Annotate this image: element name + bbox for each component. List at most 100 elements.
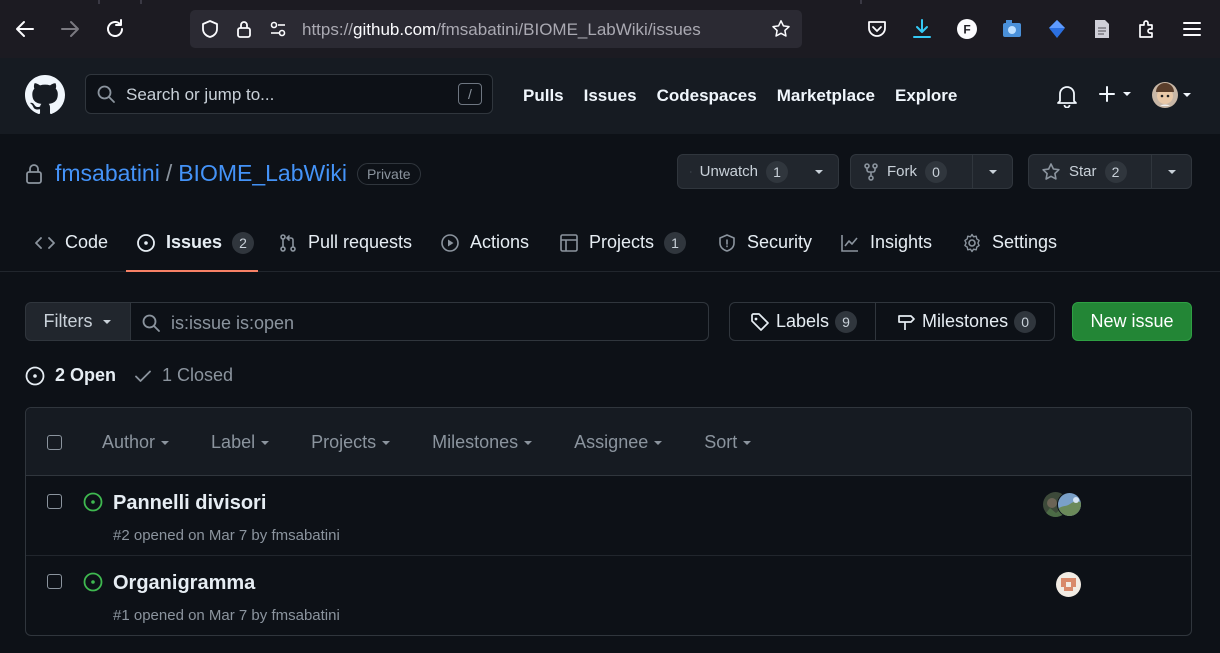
user-menu-button[interactable]: [1152, 82, 1194, 108]
nav-issues[interactable]: Issues: [584, 86, 637, 106]
github-logo-icon[interactable]: [25, 75, 65, 115]
milestones-count: 0: [1014, 310, 1037, 333]
puzzle-extensions-icon[interactable]: [1135, 17, 1159, 41]
tab-actions-label: Actions: [470, 232, 530, 252]
media-extension-icon[interactable]: [1000, 17, 1024, 41]
extension-gem-icon[interactable]: [1045, 17, 1069, 41]
issue-opened-icon: [83, 492, 103, 512]
star-button[interactable]: Star 2: [1029, 155, 1151, 188]
select-all-checkbox[interactable]: [47, 435, 62, 450]
tab-projects-label: Projects: [589, 232, 655, 252]
star-dropdown[interactable]: [1151, 155, 1191, 188]
fork-button[interactable]: Fork 0: [851, 155, 972, 188]
tab-settings[interactable]: Settings: [962, 214, 1057, 271]
tab-security[interactable]: Security: [717, 214, 812, 271]
assignee-avatar[interactable]: [1056, 572, 1081, 597]
assignee-avatar[interactable]: [1057, 492, 1082, 517]
visibility-badge: Private: [356, 162, 421, 185]
search-placeholder: Search or jump to...: [126, 85, 275, 104]
caret-down-icon: [261, 440, 270, 445]
author-filter-label: Author: [102, 432, 156, 452]
caret-down-icon: [1167, 169, 1176, 174]
tab-pull-requests[interactable]: Pull requests: [278, 214, 412, 271]
nav-codespaces[interactable]: Codespaces: [657, 86, 757, 106]
star-label: Star: [1069, 163, 1097, 180]
watch-button-group: Unwatch 1: [677, 154, 839, 189]
tab-code[interactable]: Code: [35, 214, 108, 271]
unwatch-label: Unwatch: [699, 163, 758, 180]
watch-dropdown[interactable]: [800, 155, 838, 188]
code-icon: [35, 236, 55, 249]
caret-down-icon: [524, 440, 533, 445]
address-bar[interactable]: https://github.com/fmsabatini/BIOME_LabW…: [190, 10, 802, 48]
tab-issues-count: 2: [232, 231, 255, 254]
pocket-icon[interactable]: [865, 17, 889, 41]
hamburger-menu-icon[interactable]: [1180, 17, 1204, 41]
caret-down-icon: [988, 169, 997, 174]
forward-button[interactable]: [58, 17, 82, 41]
issue-checkbox[interactable]: [47, 574, 62, 589]
caret-down-icon: [1123, 92, 1131, 96]
sort-filter[interactable]: Sort: [704, 432, 753, 453]
repo-owner-link[interactable]: fmsabatini: [55, 160, 160, 187]
arrow-left-icon: [16, 21, 34, 37]
extension-f-icon[interactable]: F: [955, 17, 979, 41]
create-new-button[interactable]: [1097, 84, 1134, 104]
filters-label: Filters: [43, 311, 93, 331]
unwatch-button[interactable]: Unwatch 1: [678, 155, 800, 188]
repo-name-link[interactable]: BIOME_LabWiki: [178, 160, 347, 187]
tab-actions[interactable]: Actions: [440, 214, 529, 271]
user-avatar: [1152, 82, 1178, 108]
download-icon[interactable]: [910, 17, 934, 41]
tab-insights[interactable]: Insights: [840, 214, 932, 271]
new-issue-button[interactable]: New issue: [1072, 302, 1192, 341]
reader-page-icon[interactable]: [1090, 17, 1114, 41]
reload-button[interactable]: [103, 17, 127, 41]
issue-checkbox[interactable]: [47, 494, 62, 509]
eye-icon: [690, 170, 692, 173]
labels-milestones-group: Labels 9 Milestones 0: [729, 302, 1056, 341]
open-issues-link[interactable]: 2 Open: [25, 365, 116, 386]
bookmark-star-icon[interactable]: [771, 19, 791, 39]
milestones-filter[interactable]: Milestones: [432, 432, 534, 453]
caret-down-icon: [102, 319, 111, 324]
global-search-input[interactable]: Search or jump to... /: [85, 74, 493, 114]
lock-icon[interactable]: [234, 19, 254, 39]
issue-search-input[interactable]: is:issue is:open: [131, 302, 709, 341]
labels-label: Labels: [776, 311, 830, 331]
table-row: Pannelli divisori #2 opened on Mar 7 by …: [26, 476, 1191, 556]
caret-down-icon: [654, 440, 663, 445]
repo-title: fmsabatini / BIOME_LabWiki Private: [25, 160, 421, 187]
projects-filter[interactable]: Projects: [311, 432, 392, 453]
shield-icon[interactable]: [200, 19, 220, 39]
closed-issues-link[interactable]: 1 Closed: [134, 365, 233, 386]
caret-down-icon: [1183, 93, 1191, 97]
milestones-button[interactable]: Milestones 0: [875, 303, 1054, 340]
nav-explore[interactable]: Explore: [895, 86, 957, 106]
fork-dropdown[interactable]: [972, 155, 1012, 188]
label-filter[interactable]: Label: [211, 432, 271, 453]
tab-projects[interactable]: Projects 1: [559, 214, 687, 271]
issues-list-header: Author Label Projects Milestones Assigne…: [26, 408, 1191, 476]
bell-icon: [1057, 86, 1077, 108]
nav-marketplace[interactable]: Marketplace: [777, 86, 875, 106]
assignee-filter[interactable]: Assignee: [574, 432, 664, 453]
tab-issues[interactable]: Issues 2: [126, 214, 258, 272]
caret-down-icon: [743, 440, 752, 445]
watch-count: 1: [766, 160, 788, 183]
open-issues-label: 2 Open: [55, 365, 117, 385]
labels-button[interactable]: Labels 9: [730, 303, 875, 340]
notifications-button[interactable]: [1056, 84, 1078, 108]
tab-settings-label: Settings: [992, 232, 1058, 252]
author-filter[interactable]: Author: [102, 432, 171, 453]
permissions-icon[interactable]: [268, 19, 288, 39]
issue-title-link[interactable]: Pannelli divisori: [113, 492, 266, 515]
back-button[interactable]: [13, 17, 37, 41]
filters-dropdown-button[interactable]: Filters: [25, 302, 131, 341]
reload-icon: [107, 19, 123, 37]
issues-list: Author Label Projects Milestones Assigne…: [25, 407, 1192, 636]
nav-pulls[interactable]: Pulls: [523, 86, 564, 106]
issue-title-link[interactable]: Organigramma: [113, 572, 255, 595]
gear-icon: [964, 233, 980, 252]
search-shortcut-key: /: [458, 83, 482, 105]
